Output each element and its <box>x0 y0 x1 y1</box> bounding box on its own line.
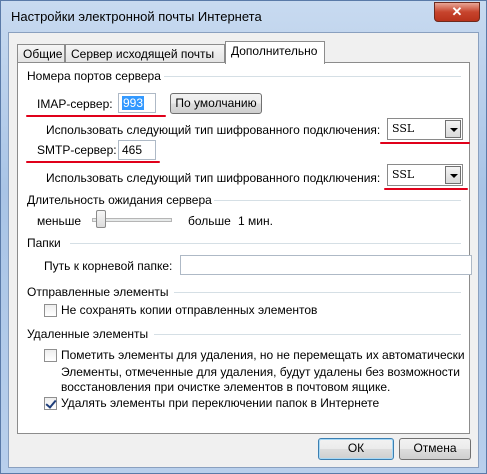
imap-port-input[interactable]: 993 <box>118 93 156 113</box>
purge-on-switch-label: Удалять элементы при переключении папок … <box>61 396 380 410</box>
ok-button[interactable]: ОК <box>318 438 394 460</box>
timeout-slider-thumb[interactable] <box>95 210 106 228</box>
imap-encryption-label: Использовать следующий тип шифрованного … <box>46 123 381 137</box>
chevron-down-icon <box>445 166 461 184</box>
smtp-encryption-select[interactable]: SSL <box>387 164 463 186</box>
smtp-port-value: 465 <box>122 143 143 157</box>
mark-for-deletion-label: Пометить элементы для удаления, но не пе… <box>61 348 465 362</box>
tab-outgoing-server[interactable]: Сервер исходящей почты <box>65 44 225 63</box>
imap-port-value: 993 <box>122 96 145 110</box>
root-folder-label: Путь к корневой папке: <box>44 259 173 273</box>
window-title: Настройки электронной почты Интернета <box>11 9 262 24</box>
annotation-underline <box>26 161 160 163</box>
group-divider <box>164 76 461 77</box>
root-folder-input[interactable] <box>180 255 472 275</box>
smtp-port-input[interactable]: 465 <box>118 140 156 160</box>
imap-encryption-select[interactable]: SSL <box>387 118 463 140</box>
default-ports-button[interactable]: По умолчанию <box>170 93 262 114</box>
timeout-min-label: меньше <box>37 214 82 228</box>
smtp-encryption-label: Использовать следующий тип шифрованного … <box>46 171 381 185</box>
group-divider <box>70 243 461 244</box>
settings-dialog: Настройки электронной почты Интернета ✕ … <box>0 0 487 474</box>
smtp-encryption-value: SSL <box>392 168 415 181</box>
mark-for-deletion-checkbox[interactable] <box>44 349 57 362</box>
server-ports-group-title: Номера портов сервера <box>27 69 161 83</box>
sent-items-group-title: Отправленные элементы <box>27 285 169 299</box>
annotation-underline <box>380 142 470 144</box>
purge-on-switch-checkbox[interactable] <box>44 397 57 410</box>
group-divider <box>214 200 461 201</box>
no-sent-copies-checkbox[interactable] <box>44 304 57 317</box>
tab-general[interactable]: Общие <box>17 44 65 63</box>
title-bar[interactable]: Настройки электронной почты Интернета ✕ <box>1 1 486 33</box>
deleted-items-group-title: Удаленные элементы <box>27 327 149 341</box>
timeout-value: 1 мин. <box>238 214 273 228</box>
no-sent-copies-label: Не сохранять копии отправленных элементо… <box>61 303 318 317</box>
group-divider <box>174 292 461 293</box>
dialog-body: Общие Сервер исходящей почты Дополнитель… <box>8 32 479 468</box>
imap-label: IMAP-сервер: <box>37 97 113 111</box>
chevron-down-icon <box>445 120 461 138</box>
annotation-underline <box>384 188 468 190</box>
imap-encryption-value: SSL <box>392 122 415 135</box>
smtp-label: SMTP-сервер: <box>37 143 117 157</box>
deletion-note-line1: Элементы, отмеченные для удаления, будут… <box>61 365 460 379</box>
group-divider <box>154 334 461 335</box>
annotation-underline <box>26 115 166 117</box>
timeout-max-label: больше <box>188 214 231 228</box>
advanced-tab-panel: Номера портов сервера IMAP-сервер: 993 П… <box>17 62 472 434</box>
folders-group-title: Папки <box>27 236 61 250</box>
cancel-button[interactable]: Отмена <box>399 438 471 460</box>
timeout-group-title: Длительность ожидания сервера <box>27 193 212 207</box>
deletion-note-line2: восстановления при очистке элементов в п… <box>61 380 391 394</box>
tab-advanced[interactable]: Дополнительно <box>225 41 325 64</box>
close-button[interactable]: ✕ <box>434 2 480 22</box>
